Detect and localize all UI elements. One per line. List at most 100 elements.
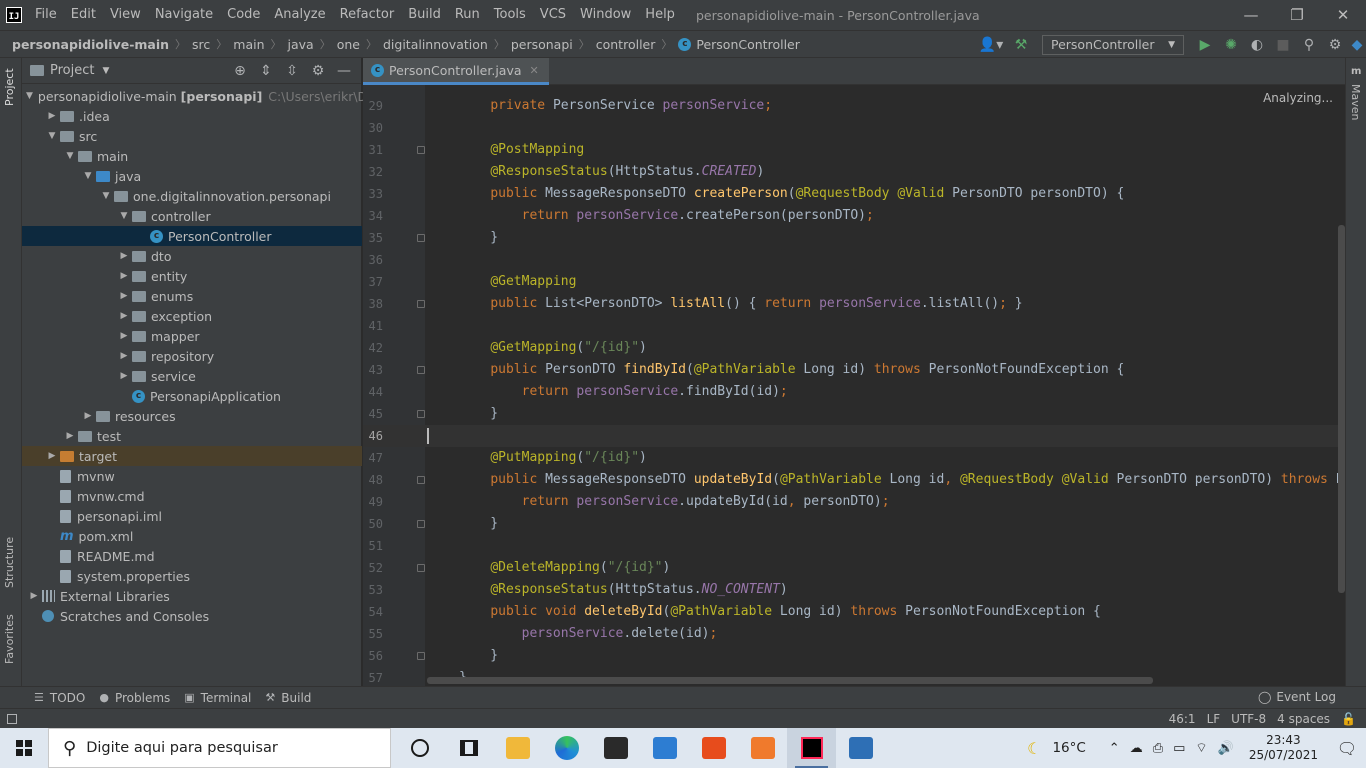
- chevron-right-icon[interactable]: ▶: [116, 311, 132, 321]
- task-view-icon[interactable]: [444, 728, 493, 768]
- tree-item[interactable]: system.properties: [22, 566, 362, 586]
- tool-build-button[interactable]: ⚒ Build: [265, 691, 311, 705]
- menu-navigate[interactable]: Navigate: [148, 0, 220, 30]
- chevron-down-icon[interactable]: ▼: [116, 211, 132, 221]
- code-line[interactable]: 48 public MessageResponseDTO updateById(…: [363, 469, 1345, 491]
- office-icon[interactable]: [689, 728, 738, 768]
- tree-item[interactable]: ▶ target: [22, 446, 362, 466]
- expand-all-icon[interactable]: ⇕: [253, 63, 279, 79]
- menu-build[interactable]: Build: [401, 0, 448, 30]
- chevron-right-icon[interactable]: ▶: [116, 271, 132, 281]
- breadcrumb-item[interactable]: personapi: [511, 37, 573, 52]
- code-line[interactable]: 54 public void deleteById(@PathVariable …: [363, 601, 1345, 623]
- chevron-right-icon[interactable]: ▶: [116, 351, 132, 361]
- menu-tools[interactable]: Tools: [487, 0, 533, 30]
- fold-marker-icon[interactable]: [417, 146, 425, 154]
- code-line[interactable]: 47 @PutMapping("/{id}"): [363, 447, 1345, 469]
- chevron-down-icon[interactable]: ▼: [26, 91, 33, 101]
- tab-person-controller[interactable]: c PersonController.java ✕: [363, 58, 549, 85]
- file-explorer-icon[interactable]: [493, 728, 542, 768]
- collapse-all-icon[interactable]: ⇳: [279, 63, 305, 79]
- fold-marker-icon[interactable]: [417, 520, 425, 528]
- fold-marker-icon[interactable]: [417, 410, 425, 418]
- tree-item[interactable]: ▼ main: [22, 146, 362, 166]
- tree-item[interactable]: m pom.xml: [22, 526, 362, 546]
- chevron-up-icon[interactable]: ⌃: [1109, 741, 1120, 756]
- tree-item[interactable]: ▶ test: [22, 426, 362, 446]
- user-icon[interactable]: 👤▾: [974, 32, 1008, 58]
- tree-item[interactable]: ▼ controller: [22, 206, 362, 226]
- edge-icon[interactable]: [542, 728, 591, 768]
- chevron-right-icon[interactable]: ▶: [44, 451, 60, 461]
- code-line[interactable]: 35 }: [363, 227, 1345, 249]
- volume-icon[interactable]: 🔊: [1218, 741, 1234, 756]
- vertical-scrollbar[interactable]: [1338, 225, 1345, 593]
- run-configuration-select[interactable]: PersonController ▼: [1042, 34, 1184, 55]
- code-editor[interactable]: 29 private PersonService personService; 3…: [363, 85, 1345, 686]
- caret-position[interactable]: 46:1: [1169, 712, 1196, 726]
- chevron-right-icon[interactable]: ▶: [116, 251, 132, 261]
- tool-windows-toggle-icon[interactable]: [7, 713, 17, 724]
- chevron-right-icon[interactable]: ▶: [62, 431, 78, 441]
- code-line[interactable]: 29 private PersonService personService;: [363, 95, 1345, 117]
- tree-item[interactable]: Scratches and Consoles: [22, 606, 362, 626]
- tree-item[interactable]: ▼ src: [22, 126, 362, 146]
- tool-terminal-button[interactable]: ▣ Terminal: [184, 691, 251, 705]
- build-hammer-icon[interactable]: ⚒: [1008, 32, 1034, 58]
- hide-icon[interactable]: —: [331, 63, 357, 79]
- chevron-right-icon[interactable]: ▶: [116, 331, 132, 341]
- restore-icon[interactable]: ❐: [1274, 0, 1320, 30]
- code-line[interactable]: 38 public List<PersonDTO> listAll() { re…: [363, 293, 1345, 315]
- code-line[interactable]: 30: [363, 117, 1345, 139]
- horizontal-scrollbar[interactable]: [427, 677, 1153, 684]
- fold-marker-icon[interactable]: [417, 476, 425, 484]
- code-line[interactable]: 34 return personService.createPerson(per…: [363, 205, 1345, 227]
- tree-item[interactable]: README.md: [22, 546, 362, 566]
- chevron-down-icon[interactable]: ▼: [44, 131, 60, 141]
- store-icon[interactable]: [591, 728, 640, 768]
- update-icon[interactable]: ◆: [1348, 32, 1366, 58]
- chevron-down-icon[interactable]: ▼: [80, 171, 96, 181]
- tool-todo-button[interactable]: ☰ TODO: [34, 691, 85, 705]
- tree-item[interactable]: mvnw: [22, 466, 362, 486]
- lock-icon[interactable]: 🔓: [1341, 712, 1356, 726]
- menu-run[interactable]: Run: [448, 0, 487, 30]
- tree-item[interactable]: c PersonapiApplication: [22, 386, 362, 406]
- debug-icon[interactable]: ✺: [1218, 32, 1244, 58]
- code-line[interactable]: 44 return personService.findById(id);: [363, 381, 1345, 403]
- code-line[interactable]: 32 @ResponseStatus(HttpStatus.CREATED): [363, 161, 1345, 183]
- breadcrumb-item[interactable]: PersonController: [696, 37, 800, 52]
- code-line[interactable]: 51: [363, 535, 1345, 557]
- mail-icon[interactable]: [640, 728, 689, 768]
- code-line[interactable]: 36: [363, 249, 1345, 271]
- taskbar-search[interactable]: ⚲ Digite aqui para pesquisar: [48, 728, 391, 768]
- run-icon[interactable]: ▶: [1192, 32, 1218, 58]
- tree-item[interactable]: ▶ External Libraries: [22, 586, 362, 606]
- locate-icon[interactable]: ⊕: [227, 63, 253, 79]
- code-line[interactable]: 55 personService.delete(id);: [363, 623, 1345, 645]
- menu-analyze[interactable]: Analyze: [267, 0, 332, 30]
- xampp-icon[interactable]: [738, 728, 787, 768]
- indent-setting[interactable]: 4 spaces: [1277, 712, 1330, 726]
- project-panel-title[interactable]: Project: [50, 63, 94, 78]
- tree-item[interactable]: ▶ service: [22, 366, 362, 386]
- code-line[interactable]: 41: [363, 315, 1345, 337]
- close-icon[interactable]: ✕: [1320, 0, 1366, 30]
- notifications-icon[interactable]: 🗨: [1328, 739, 1366, 758]
- structure-tool-button[interactable]: Structure: [3, 537, 16, 588]
- tree-item[interactable]: ▼ one.digitalinnovation.personapi: [22, 186, 362, 206]
- coverage-icon[interactable]: ◐: [1244, 32, 1270, 58]
- cloud-icon[interactable]: ☁: [1130, 741, 1143, 756]
- fold-marker-icon[interactable]: [417, 366, 425, 374]
- breadcrumb-item[interactable]: java: [288, 37, 314, 52]
- intellij-icon[interactable]: [787, 728, 836, 768]
- breadcrumb-item[interactable]: main: [233, 37, 264, 52]
- chevron-right-icon[interactable]: ▶: [116, 291, 132, 301]
- code-line[interactable]: 37 @GetMapping: [363, 271, 1345, 293]
- tool-problems-button[interactable]: ● Problems: [99, 691, 170, 705]
- tree-item[interactable]: ▶ mapper: [22, 326, 362, 346]
- menu-refactor[interactable]: Refactor: [333, 0, 402, 30]
- tree-item[interactable]: ▶ repository: [22, 346, 362, 366]
- tree-item[interactable]: ▶ resources: [22, 406, 362, 426]
- file-encoding[interactable]: UTF-8: [1231, 712, 1266, 726]
